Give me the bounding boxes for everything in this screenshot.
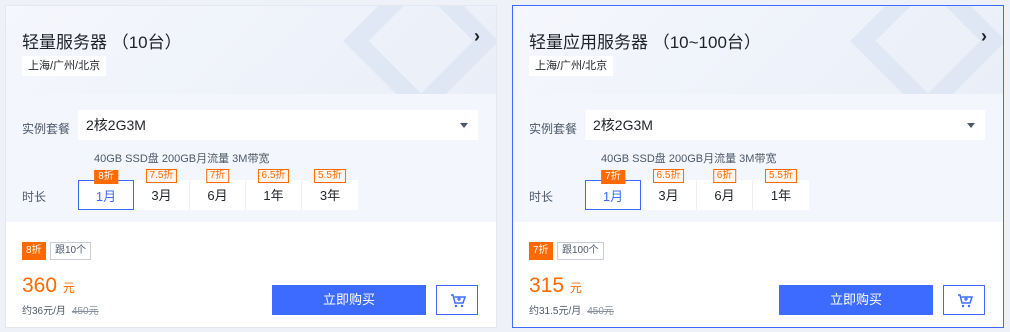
price: 360 元	[22, 274, 75, 298]
package-label: 实例套餐	[22, 122, 71, 136]
duration-label: 3年	[319, 188, 341, 203]
duration-options: 7折 1月 6.5折 3月 6折 6月 5.5折 1年	[585, 169, 809, 210]
duration-options: 8折 1月 7.5折 3月 7折 6月 6.5折 1年 5.5折 3年	[78, 169, 358, 210]
duration-label: 1年	[770, 188, 792, 203]
spec-text: 40GB SSD盘 200GB月流量 3M带宽	[94, 153, 270, 165]
discount-badge: 6.5折	[652, 169, 685, 183]
discount-badge: 5.5折	[314, 169, 346, 183]
discount-tag: 7折	[529, 242, 553, 260]
caret-down-icon	[967, 123, 975, 128]
limit-tag: 跟100个	[557, 242, 604, 260]
add-to-cart-button[interactable]	[436, 285, 478, 315]
price-unit: 元	[62, 281, 75, 295]
package-label: 实例套餐	[529, 122, 578, 136]
add-to-cart-button[interactable]	[943, 285, 985, 315]
price-unit: 元	[569, 281, 582, 295]
config-section: 实例套餐 2核2G3M 40GB SSD盘 200GB月流量 3M带宽 时长 7…	[513, 94, 1003, 222]
region-badge: 上海/广州/北京	[529, 56, 614, 76]
original-price: 450元	[71, 306, 99, 317]
discount-tag: 8折	[22, 242, 46, 260]
package-select[interactable]: 2核2G3M	[585, 110, 985, 140]
duration-label: 6月	[207, 188, 228, 203]
per-month-price: 约31.5元/月 450元	[529, 302, 614, 317]
product-card-light-server: 轻量服务器 （10台） › 上海/广州/北京 实例套餐 2核2G3M 40GB …	[5, 5, 497, 328]
cart-add-icon	[958, 294, 973, 308]
discount-badge: 8折	[94, 170, 118, 184]
per-month-value: 约31.5元/月	[529, 306, 582, 317]
duration-option-1-year[interactable]: 5.5折 1年	[753, 169, 809, 210]
discount-badge: 5.5折	[765, 169, 797, 183]
config-section: 实例套餐 2核2G3M 40GB SSD盘 200GB月流量 3M带宽 时长 8…	[6, 94, 496, 222]
duration-label: 3月	[658, 188, 679, 203]
product-card-light-app-server: 轻量应用服务器 （10~100台） › 上海/广州/北京 实例套餐 2核2G3M…	[512, 5, 1004, 328]
duration-option-6-months[interactable]: 7折 6月	[190, 169, 246, 210]
buy-now-button[interactable]: 立即购买	[272, 285, 426, 315]
price-section: 8折 跟10个 360 元 约36元/月 450元 立即购买	[6, 222, 496, 327]
duration-option-1-year[interactable]: 6.5折 1年	[246, 169, 302, 210]
discount-badge: 7折	[205, 169, 230, 183]
duration-option-3-years[interactable]: 5.5折 3年	[302, 169, 358, 210]
duration-label: 1月	[95, 189, 117, 204]
cart-add-icon	[451, 294, 466, 308]
duration-option-6-months[interactable]: 6折 6月	[697, 169, 753, 210]
duration-option-3-months[interactable]: 6.5折 3月	[641, 169, 697, 210]
package-select-value: 2核2G3M	[86, 117, 146, 133]
buy-now-button[interactable]: 立即购买	[779, 285, 933, 315]
region-badge: 上海/广州/北京	[22, 56, 107, 76]
caret-down-icon	[460, 123, 468, 128]
discount-badge: 6折	[712, 169, 737, 183]
per-month-value: 约36元/月	[22, 306, 66, 317]
duration-label: 3月	[151, 188, 172, 203]
spec-text: 40GB SSD盘 200GB月流量 3M带宽	[601, 153, 777, 165]
duration-option-3-months[interactable]: 7.5折 3月	[134, 169, 190, 210]
duration-label: 6月	[714, 188, 735, 203]
per-month-price: 约36元/月 450元	[22, 302, 99, 317]
card-header: 轻量服务器 （10台） › 上海/广州/北京	[6, 6, 496, 119]
discount-badge: 7折	[601, 170, 625, 184]
package-select-value: 2核2G3M	[593, 117, 653, 133]
card-header: 轻量应用服务器 （10~100台） › 上海/广州/北京	[513, 6, 1003, 119]
discount-badge: 6.5折	[257, 169, 290, 183]
package-select[interactable]: 2核2G3M	[78, 110, 478, 140]
duration-label: 时长	[529, 190, 554, 204]
price: 315 元	[529, 274, 582, 298]
price-value: 360	[22, 274, 58, 297]
duration-label: 时长	[22, 190, 47, 204]
limit-tag: 跟10个	[50, 242, 92, 260]
price-section: 7折 跟100个 315 元 约31.5元/月 450元 立即购买	[513, 222, 1003, 327]
chevron-right-icon[interactable]: ›	[981, 26, 987, 47]
duration-label: 1年	[263, 188, 284, 203]
price-value: 315	[529, 274, 565, 297]
card-title: 轻量服务器 （10台）	[22, 33, 182, 52]
original-price: 450元	[587, 306, 614, 317]
chevron-right-icon[interactable]: ›	[474, 26, 480, 47]
duration-option-1-month[interactable]: 8折 1月	[78, 170, 134, 210]
duration-label: 1月	[602, 189, 624, 204]
discount-badge: 7.5折	[145, 169, 178, 183]
duration-option-1-month[interactable]: 7折 1月	[585, 170, 641, 210]
card-title: 轻量应用服务器 （10~100台）	[529, 33, 761, 52]
